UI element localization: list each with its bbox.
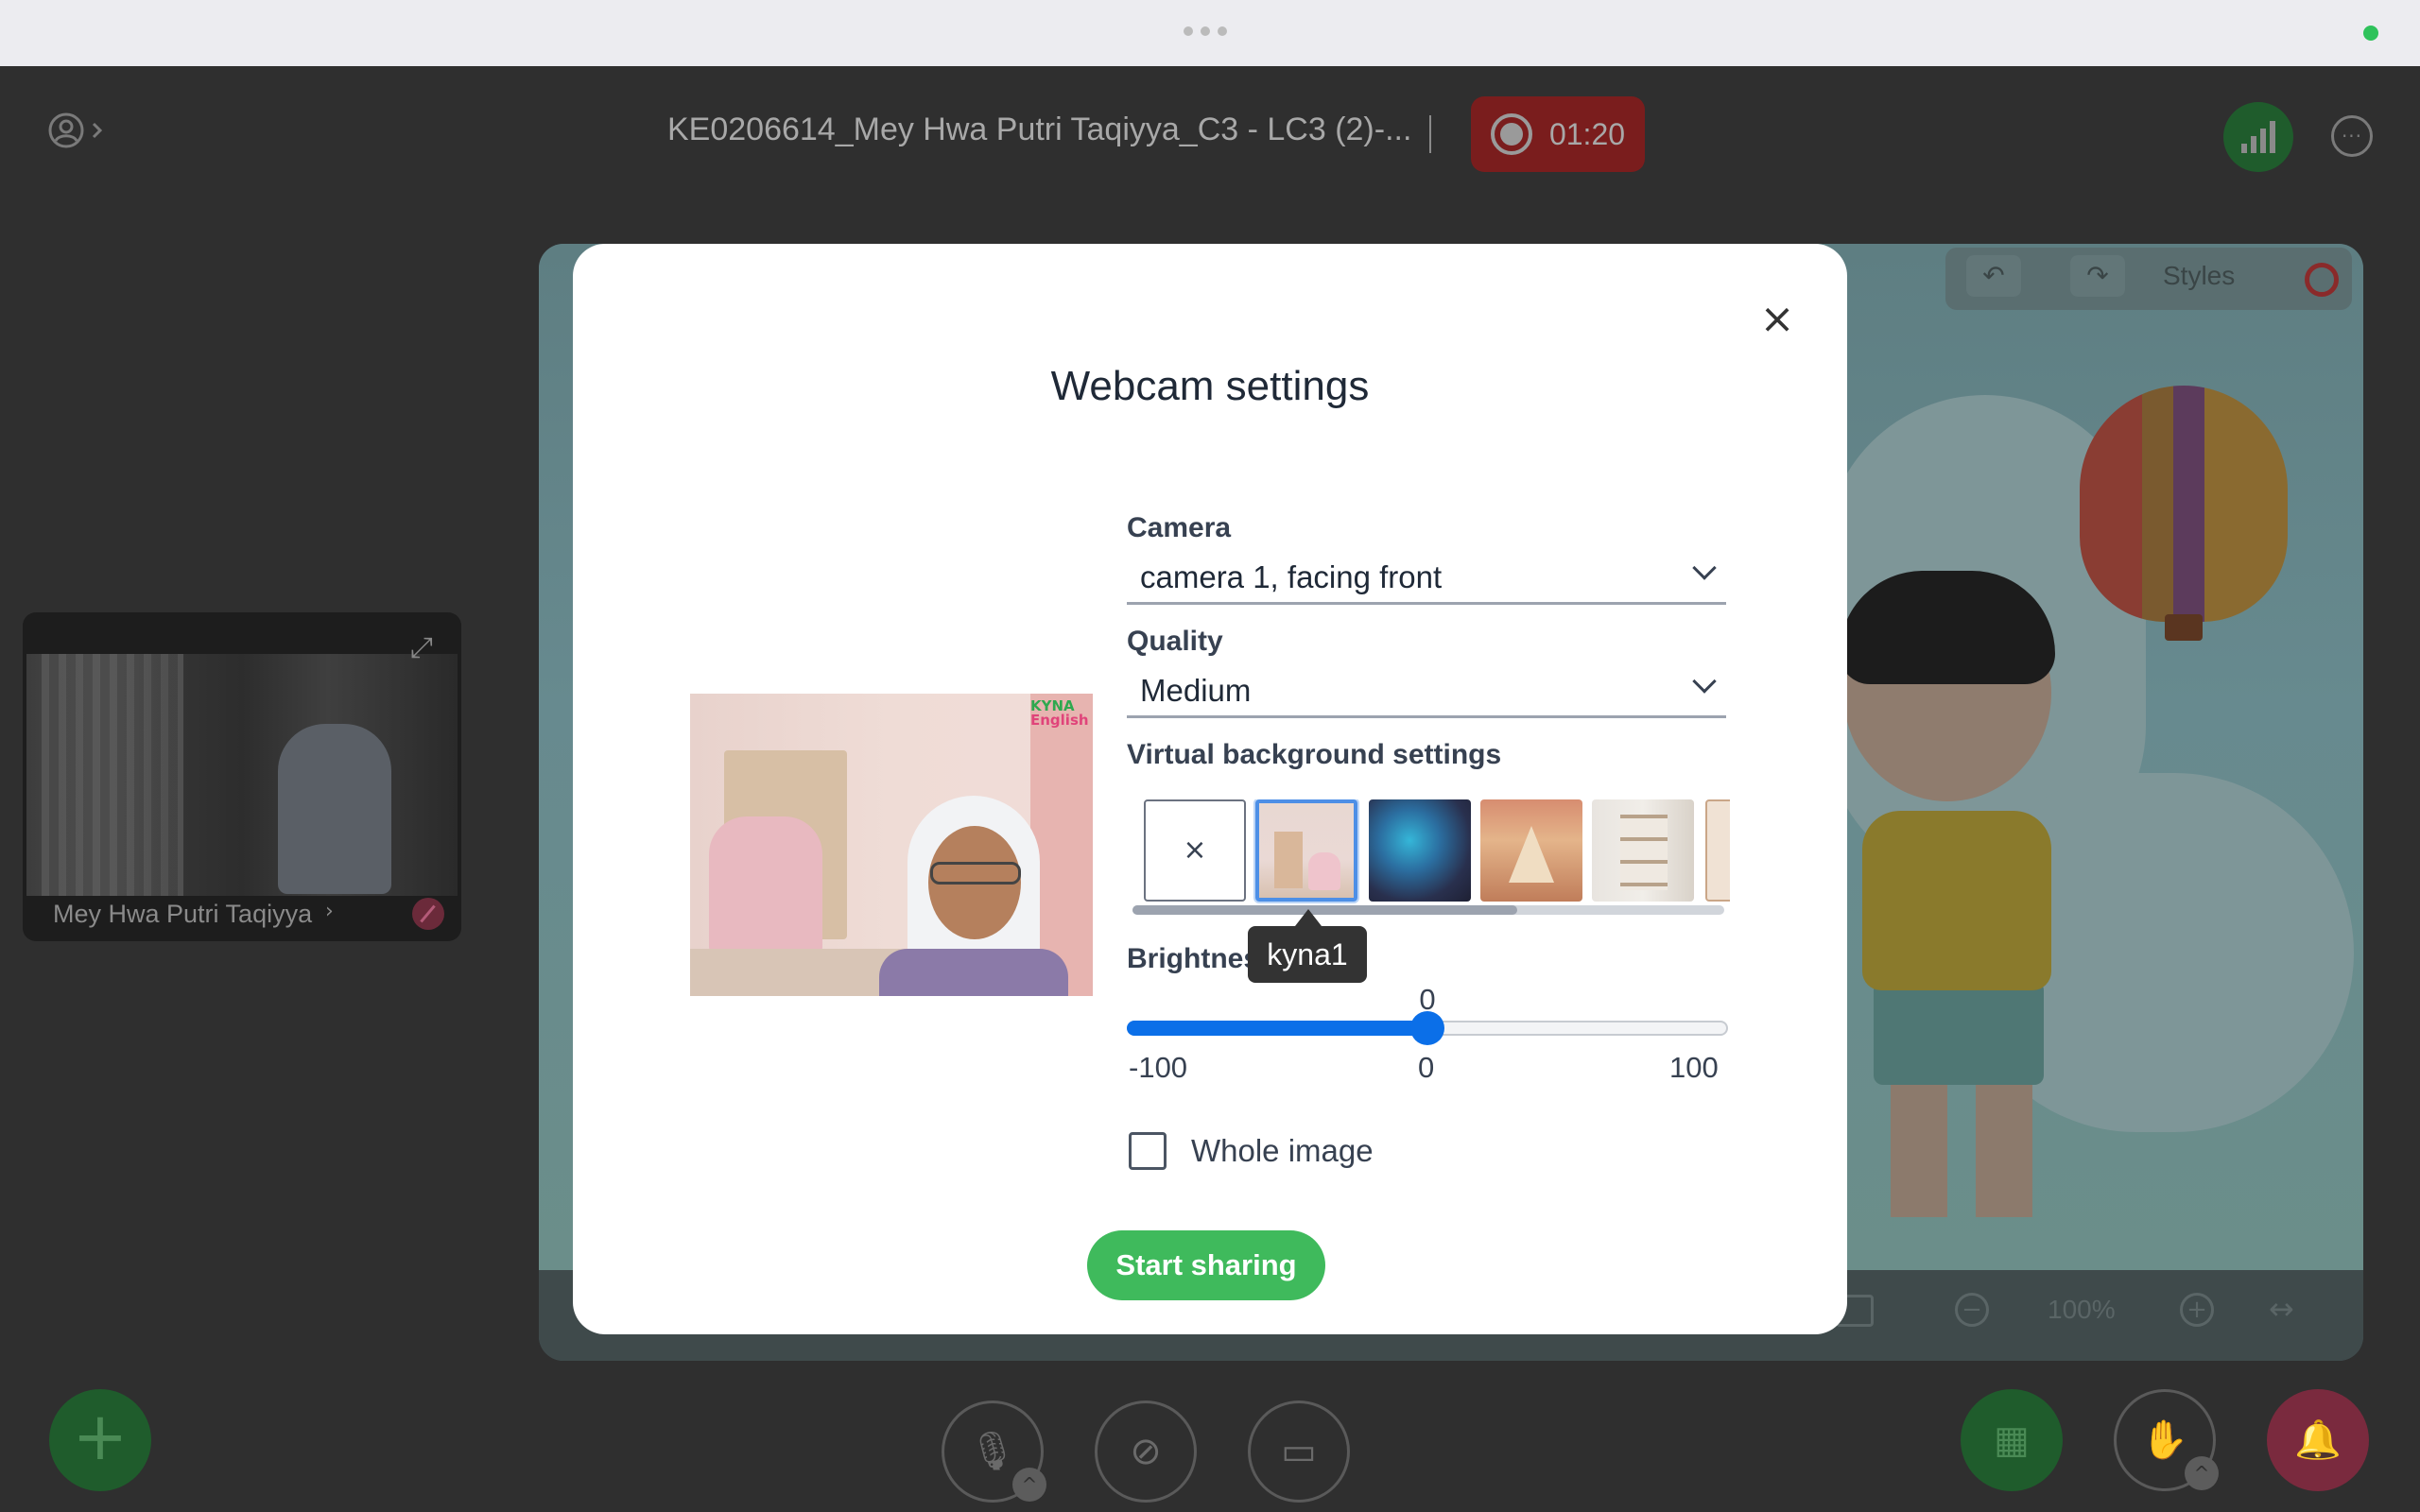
- background-tent-option[interactable]: [1480, 799, 1582, 902]
- camera-label: Camera: [1127, 512, 1232, 543]
- zoom-in-button[interactable]: +: [2180, 1293, 2214, 1327]
- chevron-up-icon[interactable]: ^: [1012, 1468, 1046, 1502]
- chevron-down-icon: [1692, 556, 1717, 580]
- webcam-settings-dialog: × Webcam settings KYNA English Camera ca…: [573, 244, 1847, 1334]
- background-scrollbar-thumb[interactable]: [1132, 905, 1517, 915]
- record-icon: [1490, 113, 1532, 155]
- whole-image-checkbox[interactable]: [1129, 1132, 1167, 1170]
- background-more-option[interactable]: [1705, 799, 1730, 902]
- raise-hand-button[interactable]: ✋ ^: [2114, 1389, 2219, 1491]
- mic-muted-icon: [412, 898, 444, 930]
- styles-button[interactable]: Styles: [2163, 255, 2235, 297]
- zoom-out-button[interactable]: −: [1955, 1293, 1989, 1327]
- color-ring-icon[interactable]: [2305, 263, 2339, 297]
- quality-select[interactable]: Medium: [1127, 667, 1726, 718]
- fit-width-button[interactable]: ↔: [2269, 1291, 2294, 1327]
- cartoon-boy-image: [1862, 811, 2051, 990]
- brightness-mid-label: 0: [1418, 1051, 1435, 1084]
- presentation-icon: ▦: [1994, 1418, 2030, 1462]
- alert-button[interactable]: 🔔: [2267, 1389, 2369, 1491]
- dialog-title: Webcam settings: [1050, 363, 1370, 409]
- screen-share-button[interactable]: ▭: [1248, 1400, 1350, 1503]
- user-circle-icon: [48, 112, 84, 148]
- zoom-level: 100%: [2048, 1295, 2116, 1324]
- quality-label: Quality: [1127, 626, 1223, 657]
- chevron-up-icon[interactable]: ^: [2185, 1456, 2219, 1490]
- more-options-icon: ···: [2341, 125, 2363, 147]
- webcam-preview: KYNA English: [690, 694, 1093, 996]
- add-button[interactable]: +: [49, 1389, 151, 1491]
- camera-button[interactable]: ⊘: [1095, 1400, 1197, 1503]
- virtual-background-label: Virtual background settings: [1127, 739, 1502, 770]
- background-kyna1-option[interactable]: [1255, 799, 1357, 902]
- chevron-right-icon: [92, 122, 103, 139]
- participant-video-tile[interactable]: ⤢ Mey Hwa Putri Taqiyya ›: [23, 612, 461, 941]
- microphone-button[interactable]: 🎙 ^: [942, 1400, 1046, 1503]
- user-menu-button[interactable]: [47, 112, 104, 149]
- recording-badge[interactable]: 01:20: [1471, 96, 1645, 172]
- signal-bars-icon: [2241, 144, 2247, 153]
- meeting-title: KE0206614_Mey Hwa Putri Taqiyya_C3 - LC3…: [667, 112, 1412, 147]
- screen-share-off-icon: ▭: [1281, 1430, 1317, 1473]
- chevron-right-icon[interactable]: ›: [325, 900, 334, 923]
- redo-button[interactable]: ↷: [2070, 255, 2125, 297]
- expand-icon[interactable]: ⤢: [405, 631, 439, 665]
- status-indicator: [2363, 26, 2378, 41]
- hot-air-balloon-image: [2080, 386, 2288, 622]
- more-options-button[interactable]: ···: [2331, 115, 2373, 157]
- whole-image-label: Whole image: [1191, 1133, 1374, 1168]
- brightness-max-label: 100: [1669, 1051, 1719, 1084]
- camera-off-icon: ⊘: [1130, 1430, 1162, 1473]
- background-none-option[interactable]: ×: [1144, 799, 1246, 902]
- virtual-background-options: ×: [1142, 799, 1730, 905]
- window-title-bar: [0, 0, 2420, 66]
- presentation-button[interactable]: ▦: [1961, 1389, 2063, 1491]
- title-divider: [1429, 115, 1431, 153]
- kyna-logo: KYNA English: [1030, 697, 1089, 729]
- background-blur-option[interactable]: [1369, 799, 1471, 902]
- camera-select[interactable]: camera 1, facing front: [1127, 554, 1726, 605]
- brightness-min-label: -100: [1129, 1051, 1188, 1084]
- recording-time: 01:20: [1548, 116, 1626, 151]
- participant-name: Mey Hwa Putri Taqiyya: [53, 900, 313, 928]
- background-tooltip: kyna1: [1248, 926, 1367, 983]
- start-sharing-button[interactable]: Start sharing: [1087, 1230, 1325, 1300]
- background-shelf-option[interactable]: [1592, 799, 1694, 902]
- undo-button[interactable]: ↶: [1966, 255, 2021, 297]
- close-icon[interactable]: ×: [1756, 299, 1798, 340]
- chevron-down-icon: [1692, 669, 1717, 694]
- brightness-label: Brightnes: [1127, 943, 1260, 974]
- window-drag-handle[interactable]: [1184, 26, 1227, 36]
- connection-status-button[interactable]: [2223, 102, 2293, 172]
- brightness-slider-thumb[interactable]: [1410, 1011, 1444, 1045]
- alert-bell-icon: 🔔: [2294, 1418, 2342, 1462]
- brightness-slider-fill: [1127, 1021, 1427, 1036]
